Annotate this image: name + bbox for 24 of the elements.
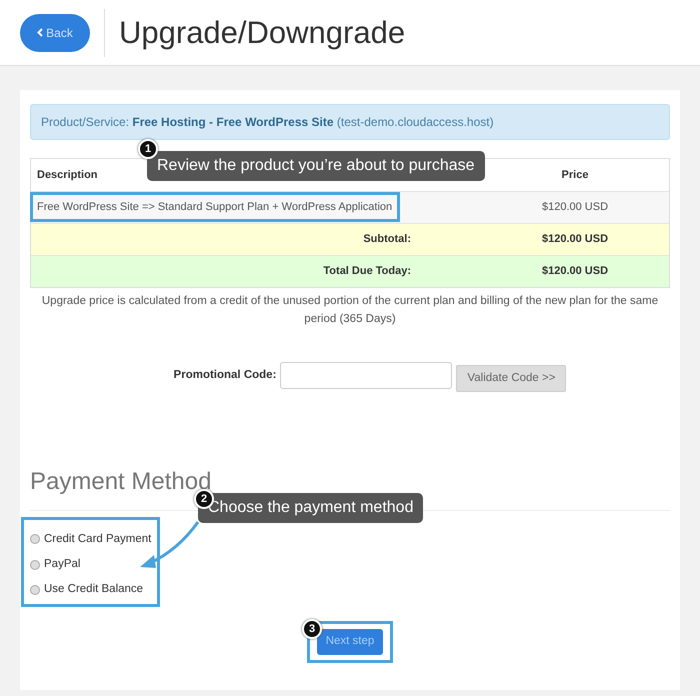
column-header: Price bbox=[562, 168, 588, 181]
product-alert: Product/Service: Free Hosting - Free WordPress Site (test-demo.cloudaccess.host) bbox=[30, 104, 670, 140]
next-step-button[interactable]: Next step bbox=[317, 628, 383, 655]
option-label: PayPal bbox=[44, 557, 80, 572]
table-cell: $120.00 USD bbox=[542, 233, 608, 246]
total-label: Total Due Today: bbox=[323, 265, 411, 278]
table-cell: $120.00 USD bbox=[542, 201, 608, 214]
total-label: Subtotal: bbox=[363, 233, 411, 246]
column-header: Description bbox=[37, 168, 98, 181]
table-cell: $120.00 USD bbox=[542, 265, 608, 278]
radio-button[interactable] bbox=[30, 534, 40, 544]
callout-text: Review the product you’re about to purchase bbox=[147, 151, 485, 181]
validate-code-button[interactable]: Validate Code >> bbox=[456, 364, 566, 392]
radio-button[interactable] bbox=[30, 584, 40, 595]
option-label: Use Credit Balance bbox=[44, 582, 144, 598]
radio-button[interactable] bbox=[30, 560, 40, 570]
option-label: Credit Card Payment bbox=[44, 532, 152, 547]
back-button[interactable]: Back bbox=[20, 14, 90, 52]
page-title: Upgrade/Downgrade bbox=[119, 14, 406, 52]
pricing-note: Upgrade price is calculated from a credit of the unused portion of the current plan and billing of the new plan for the same period (365 Days) bbox=[40, 294, 660, 328]
chevron-left-icon bbox=[37, 28, 44, 36]
promo-code-label: Promotional Code: bbox=[174, 368, 276, 383]
table-cell: Free WordPress Site => Standard Support Plan + WordPress Application bbox=[37, 201, 392, 214]
promo-code-field[interactable] bbox=[280, 362, 452, 389]
